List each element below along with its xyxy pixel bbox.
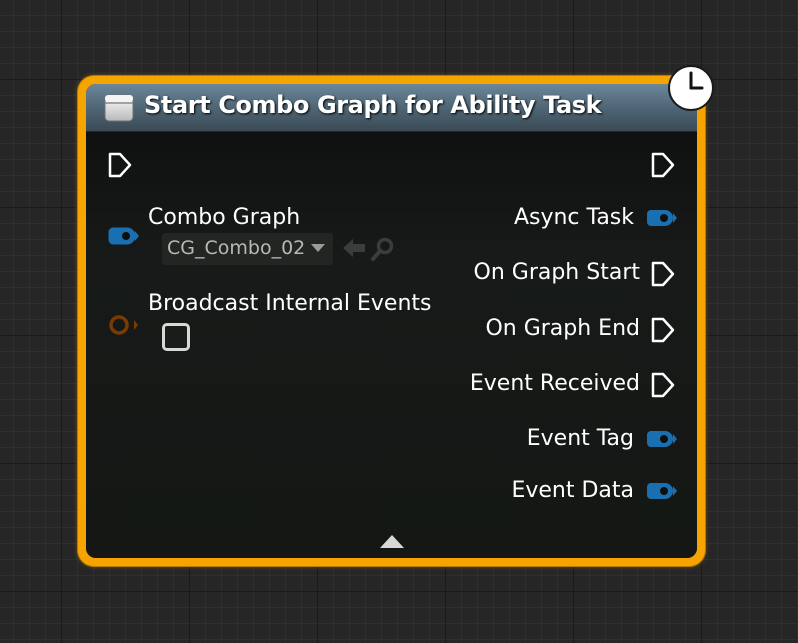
chevron-down-icon xyxy=(311,244,325,252)
combo-graph-asset-dropdown[interactable]: CG_Combo_02 xyxy=(162,233,333,265)
broadcast-events-label: Broadcast Internal Events xyxy=(148,291,432,316)
arrow-left-icon[interactable] xyxy=(341,236,367,260)
exec-out-pin-icon[interactable] xyxy=(650,151,676,179)
combo-graph-pin-icon[interactable] xyxy=(106,225,140,247)
on-graph-end-exec-pin-icon[interactable] xyxy=(650,316,676,344)
chevron-up-icon[interactable] xyxy=(380,535,404,548)
node-header[interactable]: Start Combo Graph for Ability Task xyxy=(86,84,697,132)
clock-icon xyxy=(668,65,714,111)
async-task-pin-icon[interactable] xyxy=(644,207,678,229)
search-icon[interactable] xyxy=(370,236,396,262)
on-graph-start-label: On Graph Start xyxy=(473,260,640,285)
broadcast-events-checkbox[interactable] xyxy=(162,323,190,351)
event-tag-pin-icon[interactable] xyxy=(644,428,678,450)
on-graph-start-exec-pin-icon[interactable] xyxy=(650,260,676,288)
event-tag-label: Event Tag xyxy=(526,426,634,451)
async-task-label: Async Task xyxy=(513,205,634,230)
combo-graph-label: Combo Graph xyxy=(148,205,301,230)
node-title: Start Combo Graph for Ability Task xyxy=(144,91,602,119)
on-graph-end-label: On Graph End xyxy=(485,316,640,341)
event-received-exec-pin-icon[interactable] xyxy=(650,371,676,399)
function-icon xyxy=(104,94,134,122)
broadcast-events-pin-icon[interactable] xyxy=(106,314,140,336)
event-received-label: Event Received xyxy=(469,371,640,396)
event-data-label: Event Data xyxy=(511,478,634,503)
exec-in-pin-icon[interactable] xyxy=(107,151,133,179)
event-data-pin-icon[interactable] xyxy=(644,480,678,502)
combo-graph-value: CG_Combo_02 xyxy=(167,237,306,259)
